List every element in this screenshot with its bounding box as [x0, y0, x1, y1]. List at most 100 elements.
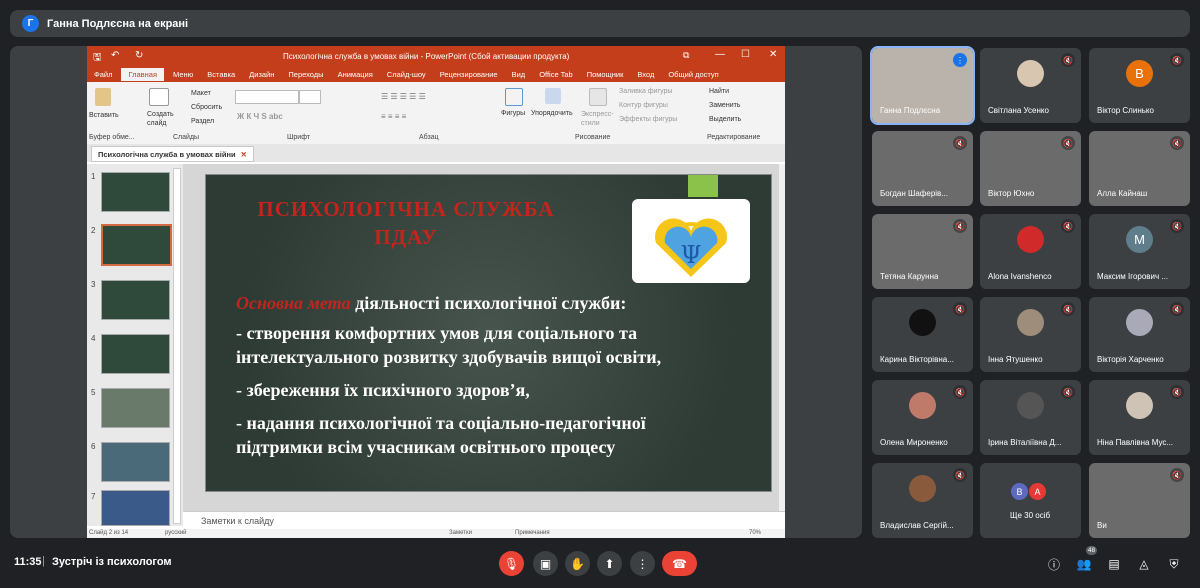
- chat-button[interactable]: ▤: [1106, 556, 1122, 572]
- meeting-details-button[interactable]: ⓘ: [1046, 556, 1062, 572]
- group-slides: Слайды: [173, 134, 200, 141]
- shape-fill-button[interactable]: Заливка фигуры: [619, 88, 672, 95]
- minimize-icon[interactable]: —: [715, 49, 725, 60]
- menu-review[interactable]: Рецензирование: [440, 70, 498, 79]
- participant-name: Алла Кайнаш: [1097, 189, 1148, 198]
- participant-tile[interactable]: Алла Кайнаш 🔇: [1089, 131, 1190, 206]
- menu-sign-in[interactable]: Вход: [637, 70, 654, 79]
- thumbs-scrollbar[interactable]: [173, 168, 181, 524]
- menu-office-tab[interactable]: Office Tab: [539, 70, 573, 79]
- participant-tile[interactable]: В А Ще 30 осіб: [980, 463, 1081, 538]
- menu-share[interactable]: Общий доступ: [668, 70, 718, 79]
- new-slide-icon[interactable]: [149, 88, 169, 106]
- new-slide-button[interactable]: Создать слайд: [147, 110, 177, 128]
- align-icons[interactable]: ≡ ≡ ≡ ≡: [381, 112, 406, 121]
- mic-muted-icon: 🔇: [1061, 136, 1075, 150]
- notes-toggle[interactable]: Заметки: [449, 530, 472, 536]
- participant-tile[interactable]: M Максим Ігорович ... 🔇: [1089, 214, 1190, 289]
- group-editing: Редактирование: [707, 134, 761, 141]
- document-tab[interactable]: Психологічна служба в умовах війни ✕: [91, 146, 254, 162]
- more-options-button[interactable]: ⋮: [630, 551, 655, 576]
- tab-close-icon[interactable]: ✕: [241, 150, 247, 159]
- participant-photo: [1126, 392, 1153, 419]
- participant-tile[interactable]: Світлана Усенко 🔇: [980, 48, 1081, 123]
- menu-file[interactable]: Файл: [94, 70, 112, 79]
- participant-tile[interactable]: Ви 🔇: [1089, 463, 1190, 538]
- find-button[interactable]: Найти: [709, 88, 729, 95]
- arrange-button[interactable]: Упорядочить: [531, 110, 573, 117]
- present-button[interactable]: ⬆: [597, 551, 622, 576]
- replace-button[interactable]: Заменить: [709, 102, 740, 109]
- participant-tile[interactable]: Карина Вікторівна... 🔇: [872, 297, 973, 372]
- clock: 11:35: [14, 556, 42, 568]
- section-button[interactable]: Раздел: [191, 118, 214, 125]
- people-button[interactable]: 👥: [1076, 556, 1092, 572]
- menu-home[interactable]: Главная: [121, 67, 164, 81]
- shapes-button[interactable]: Фигуры: [501, 110, 525, 117]
- menu-slideshow[interactable]: Слайд-шоу: [387, 70, 426, 79]
- menu-design[interactable]: Дизайн: [249, 70, 274, 79]
- goal-rest: діяльності психологічної служби:: [350, 293, 627, 313]
- redo-icon[interactable]: ↻: [135, 50, 143, 61]
- shape-effects-button[interactable]: Эффекты фигуры: [619, 116, 677, 123]
- participant-tile[interactable]: Ганна Подлєсна ⋮: [870, 46, 975, 125]
- layout-button[interactable]: Макет: [191, 90, 211, 97]
- participant-tile[interactable]: Віктор Юхно 🔇: [980, 131, 1081, 206]
- participant-tile[interactable]: Тетяна Карунна 🔇: [872, 214, 973, 289]
- menu-view[interactable]: Вид: [512, 70, 526, 79]
- mic-off-button[interactable]: 🎙: [499, 551, 524, 576]
- logo-ribbon: [688, 175, 718, 197]
- save-icon[interactable]: 🖫: [93, 50, 102, 67]
- menu-menu[interactable]: Меню: [173, 70, 193, 79]
- slide-scrollbar[interactable]: [779, 164, 785, 511]
- end-call-button[interactable]: ☎: [662, 551, 697, 576]
- participant-tile[interactable]: Ірина Віталіївна Д... 🔇: [980, 380, 1081, 455]
- current-slide[interactable]: ПСИХОЛОГІЧНА СЛУЖБА ПДАУ Ψ Основна мета …: [205, 174, 772, 492]
- slide-thumbnail[interactable]: [101, 388, 170, 428]
- menu-assistant[interactable]: Помощник: [587, 70, 624, 79]
- thumb-number: 5: [91, 388, 96, 397]
- quick-styles-icon[interactable]: [589, 88, 607, 106]
- close-icon[interactable]: ✕: [769, 49, 777, 60]
- paste-button[interactable]: Вставить: [89, 112, 119, 119]
- participant-tile[interactable]: Вікторія Харченко 🔇: [1089, 297, 1190, 372]
- camera-button[interactable]: ▣: [533, 551, 558, 576]
- menu-animation[interactable]: Анимация: [338, 70, 373, 79]
- slide-thumbnail[interactable]: [101, 490, 170, 526]
- zoom-level[interactable]: 70%: [749, 530, 761, 536]
- quick-styles-button[interactable]: Экспресс-стили: [581, 110, 615, 128]
- slide-thumbnail-selected[interactable]: [101, 224, 172, 266]
- notes-pane[interactable]: Заметки к слайду: [183, 511, 785, 530]
- slide-bullet-1-cont: інтелектуального розвитку здобувачів вищ…: [236, 347, 662, 367]
- select-button[interactable]: Выделить: [709, 116, 741, 123]
- activities-button[interactable]: ◬: [1136, 556, 1152, 572]
- undo-icon[interactable]: ↶: [111, 50, 119, 61]
- participant-tile[interactable]: Інна Ятушенко 🔇: [980, 297, 1081, 372]
- participant-tile[interactable]: Олена Мироненко 🔇: [872, 380, 973, 455]
- reset-button[interactable]: Сбросить: [191, 104, 222, 111]
- slide-thumbnail[interactable]: [101, 280, 170, 320]
- menu-insert[interactable]: Вставка: [207, 70, 235, 79]
- raise-hand-button[interactable]: ✋: [565, 551, 590, 576]
- comments-toggle[interactable]: Примечания: [515, 530, 550, 536]
- participant-tile[interactable]: Ніна Павлівна Мус... 🔇: [1089, 380, 1190, 455]
- slide-thumbnail[interactable]: [101, 334, 170, 374]
- font-size-field[interactable]: [299, 90, 321, 104]
- font-name-field[interactable]: [235, 90, 299, 104]
- participant-tile[interactable]: Владислав Сергій... 🔇: [872, 463, 973, 538]
- maximize-icon[interactable]: ☐: [741, 49, 750, 60]
- participant-tile[interactable]: Богдан Шаферів... 🔇: [872, 131, 973, 206]
- shape-outline-button[interactable]: Контур фигуры: [619, 102, 668, 109]
- participant-tile[interactable]: В Віктор Слинько 🔇: [1089, 48, 1190, 123]
- bold-icon[interactable]: Ж К Ч S abc: [237, 112, 283, 121]
- slide-thumbnail[interactable]: [101, 172, 170, 212]
- participant-tile[interactable]: Alona Ivanshenco 🔇: [980, 214, 1081, 289]
- slide-thumbnail[interactable]: [101, 442, 170, 482]
- paste-icon[interactable]: [95, 88, 111, 106]
- arrange-icon[interactable]: [545, 88, 561, 104]
- ribbon-display-icon[interactable]: ⧉: [683, 50, 689, 61]
- shapes-icon[interactable]: [505, 88, 523, 106]
- host-controls-button[interactable]: ⛨: [1166, 556, 1182, 572]
- list-icons[interactable]: ☰ ☰ ☰ ☰ ☰: [381, 92, 426, 101]
- menu-transitions[interactable]: Переходы: [288, 70, 323, 79]
